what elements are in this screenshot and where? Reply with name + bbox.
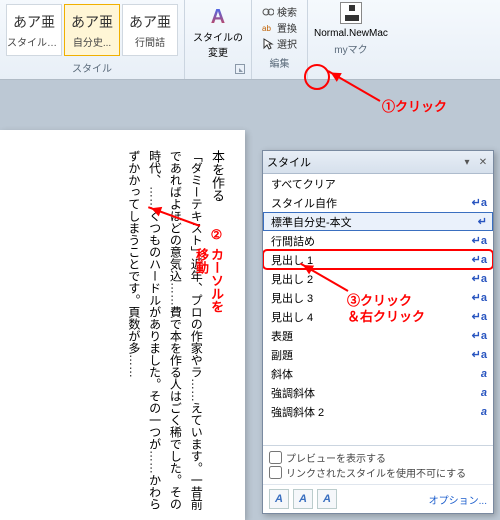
annotation-step1: ①クリック — [382, 96, 447, 115]
ribbon-group-caption-style: スタイル — [4, 58, 180, 76]
style-row[interactable]: 行間詰め ↵a — [263, 231, 493, 250]
change-style-button[interactable]: A スタイルの変更 — [189, 2, 247, 62]
style-row-label: スタイル自作 — [271, 195, 337, 211]
style-row-label: 副題 — [271, 347, 293, 363]
find-button[interactable]: 検索 — [262, 4, 297, 19]
styles-pane-footer: プレビューを表示する リンクされたスタイルを使用不可にする — [263, 445, 493, 484]
change-style-icon: A — [211, 6, 225, 29]
new-style-button[interactable]: A — [269, 489, 289, 509]
annotation-step3-b: ＆右クリック — [347, 306, 425, 325]
paragraph-mark-icon: ↵a — [472, 253, 487, 266]
paragraph-mark-icon: ↵a — [472, 272, 487, 285]
style-inspector-button[interactable]: A — [293, 489, 313, 509]
style-chip-sample: あア亜 — [129, 12, 171, 32]
style-row-label: 見出し 3 — [271, 290, 313, 306]
style-chip-sample: あア亜 — [71, 12, 113, 32]
paragraph-mark-icon: ↵ — [478, 215, 487, 228]
select-button[interactable]: 選択 — [262, 36, 297, 51]
disable-linked-checkbox[interactable]: リンクされたスタイルを使用不可にする — [269, 465, 487, 480]
styles-dialog-launcher-icon[interactable] — [235, 64, 245, 74]
select-label: 選択 — [277, 36, 297, 51]
styles-pane: スタイル ▾ ✕ すべてクリアスタイル自作↵a標準自分史-本文↵行間詰め↵a見出… — [262, 150, 494, 514]
style-launcher-row — [189, 62, 247, 75]
disable-linked-label: リンクされたスタイルを使用不可にする — [286, 465, 466, 480]
manage-styles-button[interactable]: A — [317, 489, 337, 509]
paragraph-mark-icon: ↵a — [472, 329, 487, 342]
style-chip-2[interactable]: あア亜 行間詰 — [122, 4, 178, 56]
macro-label: Normal.NewMac — [314, 28, 388, 39]
document-body: 本を作る 「ダミーテキスト」近年、プロの作家やラ……えています。一昔前であればよ… — [10, 150, 227, 520]
style-row[interactable]: 強調斜体 2 a — [263, 402, 493, 421]
style-chip-1[interactable]: あア亜 自分史... — [64, 4, 120, 56]
style-row[interactable]: 見出し 2↵a — [263, 269, 493, 288]
macro-icon[interactable] — [340, 2, 362, 24]
pane-close-icon[interactable]: ✕ — [477, 156, 489, 168]
style-row[interactable]: 標準自分史-本文 ↵ — [263, 212, 493, 231]
style-row[interactable]: スタイル自作 ↵a — [263, 193, 493, 212]
style-row[interactable]: 斜体 a — [263, 364, 493, 383]
paragraph-mark-icon: ↵a — [472, 348, 487, 361]
style-gallery-group: あア亜 スタイル自作 あア亜 自分史... あア亜 行間詰 スタイル — [0, 0, 185, 79]
doc-heading: 本を作る — [210, 150, 225, 202]
show-preview-checkbox[interactable]: プレビューを表示する — [269, 450, 487, 465]
paragraph-mark-icon: a — [481, 387, 487, 399]
document-page[interactable]: 本を作る 「ダミーテキスト」近年、プロの作家やラ……えています。一昔前であればよ… — [0, 130, 245, 520]
show-preview-label: プレビューを表示する — [286, 450, 386, 465]
paragraph-mark-icon: a — [481, 406, 487, 418]
edit-group: 検索 ab 置換 選択 編集 — [252, 0, 308, 79]
caption-text: スタイル — [72, 60, 112, 75]
replace-label: 置換 — [277, 20, 297, 35]
style-row-label: 行間詰め — [271, 233, 315, 249]
style-row[interactable]: 表題 ↵a — [263, 326, 493, 345]
style-row-label: 見出し 4 — [271, 309, 313, 325]
paragraph-mark-icon: ↵a — [472, 196, 487, 209]
style-chip-label: 行間詰 — [135, 34, 165, 49]
styles-pane-bottom: A A A オプション... — [263, 484, 493, 513]
svg-text:ab: ab — [262, 24, 271, 33]
paragraph-mark-icon: ↵a — [472, 310, 487, 323]
style-chip-sample: あア亜 — [13, 12, 55, 32]
style-chip-label: スタイル自作 — [7, 34, 61, 49]
paragraph-mark-icon: ↵a — [472, 234, 487, 247]
annotation-step2-num: ② — [210, 228, 225, 243]
replace-button[interactable]: ab 置換 — [262, 20, 297, 35]
style-chip-0[interactable]: あア亜 スタイル自作 — [6, 4, 62, 56]
pane-dropdown-icon[interactable]: ▾ — [461, 156, 473, 168]
paragraph-mark-icon: ↵a — [472, 291, 487, 304]
styles-options-link[interactable]: オプション... — [429, 492, 487, 507]
change-style-group: A スタイルの変更 — [185, 0, 252, 79]
style-gallery: あア亜 スタイル自作 あア亜 自分史... あア亜 行間詰 — [4, 2, 180, 58]
style-row[interactable]: 強調斜体 a — [263, 383, 493, 402]
paragraph-mark-icon: a — [481, 368, 487, 380]
binoculars-icon — [262, 6, 274, 18]
ribbon-group-caption-edit: 編集 — [256, 53, 303, 71]
style-chip-label: 自分史... — [73, 34, 111, 49]
annotation-step2-b: 移動 — [192, 248, 211, 274]
style-row-label: 強調斜体 2 — [271, 404, 324, 420]
replace-icon: ab — [262, 22, 274, 34]
style-row[interactable]: すべてクリア — [263, 174, 493, 193]
style-row-label: 強調斜体 — [271, 385, 315, 401]
styles-pane-titlebar[interactable]: スタイル ▾ ✕ — [263, 151, 493, 174]
style-row-label: 斜体 — [271, 366, 293, 382]
doc-paragraph: 「ダミーテキスト」近年、プロの作家やラ……えています。一昔前であればよほどの意気… — [127, 150, 203, 510]
styles-pane-title: スタイル — [267, 154, 311, 170]
ribbon: あア亜 スタイル自作 あア亜 自分史... あア亜 行間詰 スタイル A スタイ… — [0, 0, 500, 80]
style-row-label: 表題 — [271, 328, 293, 344]
change-style-label: スタイルの変更 — [189, 29, 247, 59]
style-row-label: すべてクリア — [271, 176, 336, 192]
style-row-label: 標準自分史-本文 — [271, 214, 352, 230]
find-label: 検索 — [277, 4, 297, 19]
style-row[interactable]: 副題 ↵a — [263, 345, 493, 364]
cursor-icon — [262, 38, 274, 50]
ribbon-group-caption-macro: myマク — [314, 39, 388, 57]
